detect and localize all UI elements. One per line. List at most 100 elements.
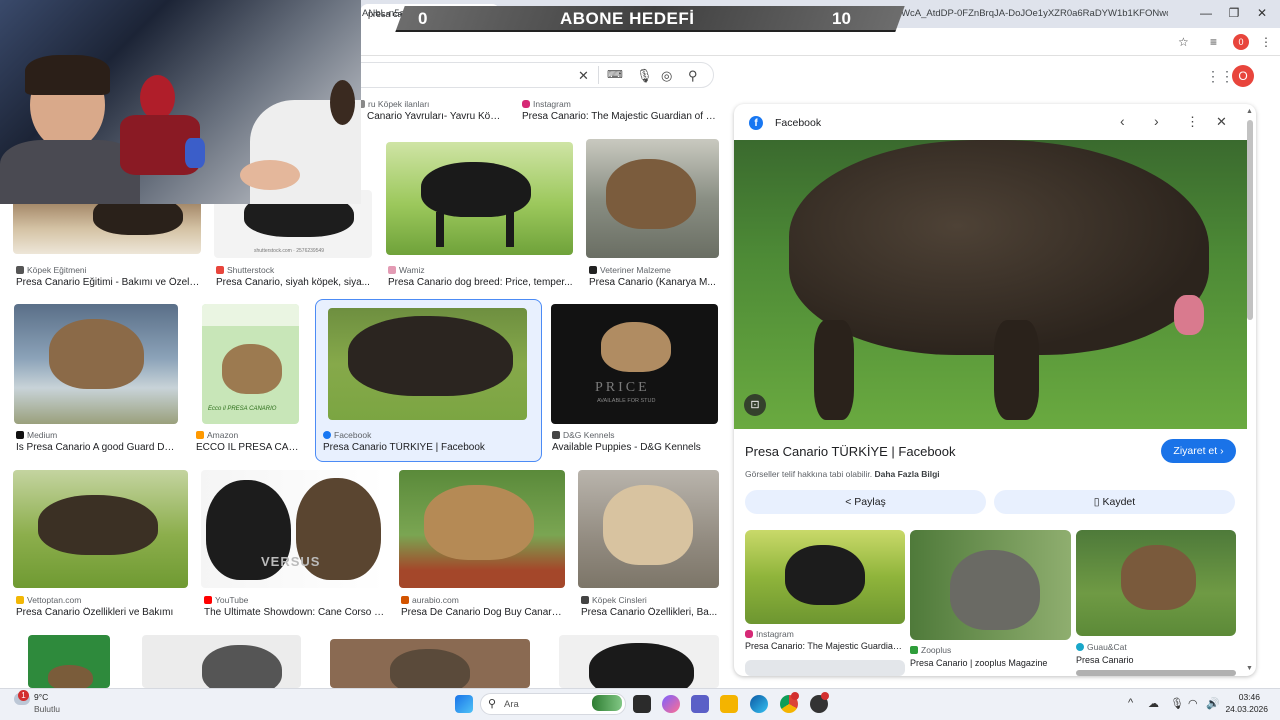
result-image[interactable] [328,308,527,420]
copilot-icon[interactable] [662,695,680,713]
clock-date[interactable]: 24.03.2026 [1212,704,1268,714]
result-image[interactable] [28,635,110,688]
youtube-icon [204,596,212,604]
next-image-icon[interactable]: › [1154,113,1159,129]
file-explorer-icon[interactable] [720,695,738,713]
panel-title[interactable]: Presa Canario TÜRKİYE | Facebook [745,444,956,459]
profile-badge[interactable]: 0 [1233,34,1249,50]
microphone-icon[interactable]: 🎙 [1170,697,1184,710]
more-options-icon[interactable]: ⋮ [1186,114,1199,130]
related-image[interactable] [745,660,905,676]
minimize-button[interactable]: — [1196,6,1216,20]
search-highlight-icon[interactable] [592,695,622,711]
scroll-down-icon[interactable]: ▼ [1246,665,1253,672]
clock-time[interactable]: 03:46 [1220,692,1260,702]
related-title[interactable]: Presa Canario | zooplus Magazine [910,658,1070,668]
visit-label: Ziyaret et [1173,445,1218,457]
lens-search-icon[interactable]: ⊡ [744,394,766,416]
result-image[interactable] [399,470,565,588]
result-image[interactable] [142,635,301,688]
network-icon[interactable]: ☁ [1148,697,1159,710]
result-source-label: Shutterstock [227,265,275,275]
dog-shape [606,159,696,229]
previous-image-icon[interactable]: ‹ [1120,113,1125,129]
search-icon: ⚲ [488,698,497,710]
close-panel-icon[interactable]: ✕ [1216,114,1227,130]
result-image[interactable] [578,470,719,588]
search-input[interactable] [340,62,714,88]
result-source-label: Veteriner Malzeme [600,265,671,275]
webcam-overlay [0,0,361,204]
result-image[interactable] [13,470,188,588]
result-image[interactable] [559,635,719,688]
search-icon[interactable]: ⚲ [688,68,698,84]
clear-search-icon[interactable]: ✕ [578,68,589,84]
tray-overflow-icon[interactable]: ^ [1128,697,1133,709]
bookmark-star-icon[interactable]: ☆ [1178,35,1189,49]
preview-image[interactable]: ⊡ [734,140,1247,429]
weather-temp[interactable]: 9°C [34,692,48,702]
scroll-up-icon[interactable]: ▲ [1246,108,1253,115]
teams-icon[interactable] [691,695,709,713]
result-title[interactable]: Presa Canario: The Majestic Guardian of … [522,111,718,122]
panel-source[interactable]: Facebook [775,117,821,129]
lens-camera-icon[interactable]: ◎ [661,68,672,84]
result-image[interactable]: VERSUS [201,470,385,588]
media-control-icon[interactable]: ≡ [1210,35,1217,49]
result-title[interactable]: Presa Canario (Kanarya M... [589,277,717,288]
task-view-icon[interactable] [633,695,651,713]
related-title[interactable]: Presa Canario: The Majestic Guardian o..… [745,641,905,651]
related-image[interactable] [910,530,1071,640]
related-title[interactable]: Presa Canario [1076,655,1236,665]
versus-text: VERSUS [261,554,321,569]
result-title[interactable]: The Ultimate Showdown: Cane Corso v... [204,607,385,618]
microphone-icon[interactable]: 🎙 [636,68,653,84]
more-info-link[interactable]: Daha Fazla Bilgi [874,469,939,479]
related-source: Zooplus [910,645,951,655]
result-source: Facebook [323,430,371,440]
result-image[interactable] [330,639,530,688]
result-title[interactable]: Presa Canario TÜRKİYE | Facebook [323,442,533,453]
result-title[interactable]: Available Puppies - D&G Kennels [552,442,718,453]
result-image[interactable] [586,139,719,258]
panel-scrollbar[interactable] [1247,120,1253,320]
result-title[interactable]: Canario Yavruları- Yavru Köp... [367,111,502,122]
restore-button[interactable]: ❐ [1224,6,1244,20]
avatar[interactable]: O [1232,65,1254,87]
visit-button[interactable]: Ziyaret et › [1161,439,1236,463]
result-image[interactable]: Ecco il PRESA CANARIO [202,304,299,424]
related-image[interactable] [1076,530,1236,636]
result-title[interactable]: Presa Canario Özellikleri ve Bakımı [16,607,188,618]
windows-start-icon[interactable] [455,695,473,713]
source-favicon-icon [589,266,597,274]
result-title[interactable]: Presa Canario Eğitimi - Bakımı ve Özelli… [16,277,201,288]
result-title[interactable]: Presa Canario Özellikleri, Ba... [581,607,719,618]
weather-desc[interactable]: Bulutlu [34,704,60,714]
edge-icon[interactable] [750,695,768,713]
keyboard-icon[interactable]: ⌨ [607,68,623,81]
save-button[interactable]: ▯ Kaydet [994,490,1235,514]
result-source: aurabio.com [401,595,459,605]
close-window-button[interactable]: ✕ [1252,6,1272,20]
wifi-icon[interactable]: ◠ [1188,697,1198,710]
related-source-label: Zooplus [921,645,952,655]
result-title[interactable]: Presa De Canario Dog Buy Canary ... [401,607,565,618]
result-source-label: D&G Kennels [563,430,615,440]
dog-shape [589,643,694,688]
result-source: Veteriner Malzeme [589,265,671,275]
related-image[interactable] [1076,670,1236,676]
result-source-label: aurabio.com [412,595,459,605]
result-image[interactable] [386,142,573,255]
result-image[interactable]: PRICE AVAILABLE FOR STUD [551,304,718,424]
menu-kebab-icon[interactable]: ⋮ [1260,35,1272,49]
related-image[interactable] [745,530,905,624]
result-source-label: Facebook [334,430,372,440]
share-button[interactable]: < Paylaş [745,490,986,514]
result-title[interactable]: Presa Canario dog breed: Price, temper..… [388,277,573,288]
result-title[interactable]: Is Presa Canario A good Guard Do... [16,442,178,453]
result-image[interactable] [14,304,178,424]
result-title[interactable]: Presa Canario, siyah köpek, siya... [216,277,371,288]
banner-left-number: 0 [418,9,428,28]
result-source: Wamiz [388,265,425,275]
result-title[interactable]: ECCO IL PRESA CAN... [196,442,301,453]
